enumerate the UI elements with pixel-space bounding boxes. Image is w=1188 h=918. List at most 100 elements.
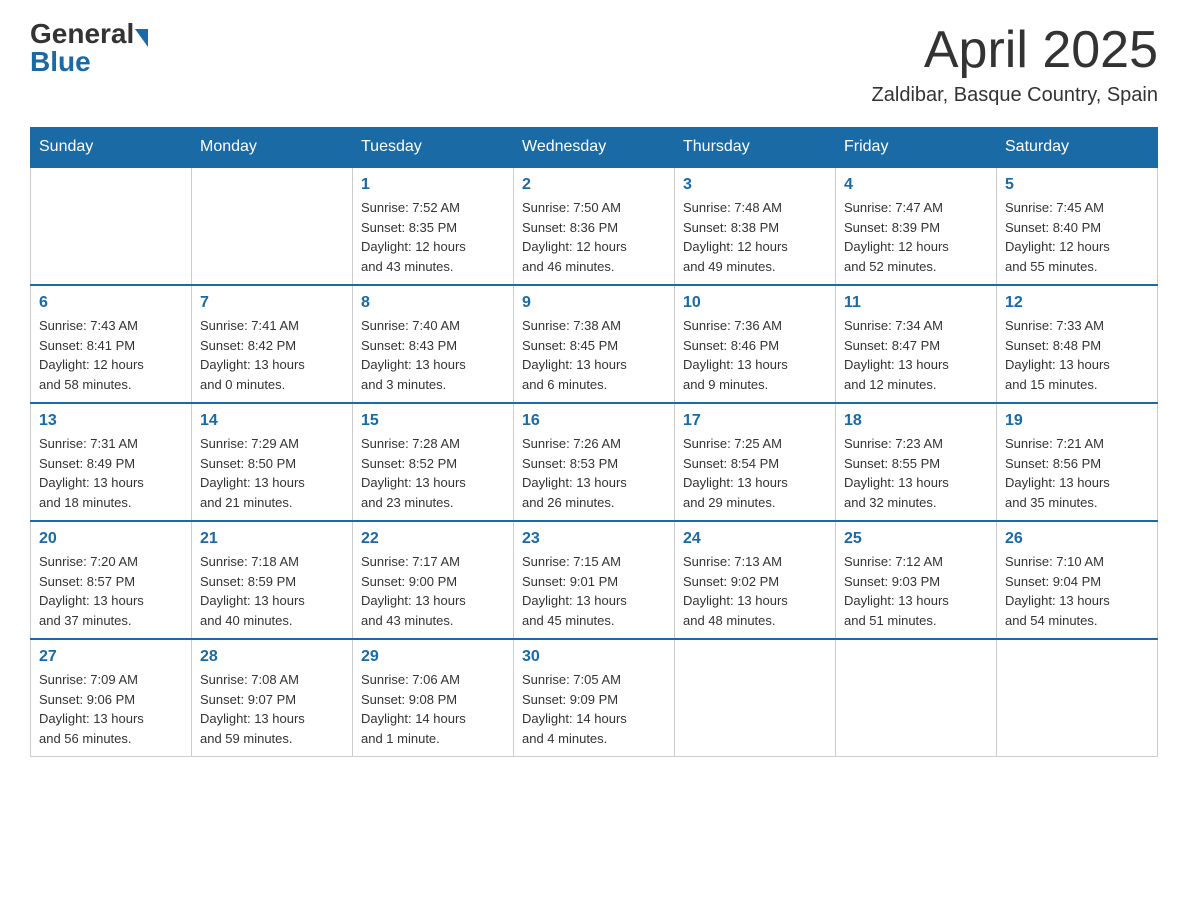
calendar-cell: 16 Sunrise: 7:26 AM Sunset: 8:53 PM Dayli… — [514, 403, 675, 521]
calendar-cell — [31, 167, 192, 285]
calendar-cell: 23 Sunrise: 7:15 AM Sunset: 9:01 PM Dayli… — [514, 521, 675, 639]
header-thursday: Thursday — [675, 128, 836, 168]
day-info: Sunrise: 7:15 AM Sunset: 9:01 PM Dayligh… — [522, 552, 666, 630]
day-info: Sunrise: 7:23 AM Sunset: 8:55 PM Dayligh… — [844, 434, 988, 512]
week-row-2: 6 Sunrise: 7:43 AM Sunset: 8:41 PM Daylig… — [31, 285, 1158, 403]
calendar-cell: 30 Sunrise: 7:05 AM Sunset: 9:09 PM Dayli… — [514, 639, 675, 757]
header-tuesday: Tuesday — [353, 128, 514, 168]
day-info: Sunrise: 7:28 AM Sunset: 8:52 PM Dayligh… — [361, 434, 505, 512]
day-number: 12 — [1005, 294, 1149, 312]
calendar-cell: 15Sunrise: 7:28 AM Sunset: 8:52 PM Dayli… — [353, 403, 514, 521]
day-number: 3 — [683, 176, 827, 194]
day-number: 23 — [522, 530, 666, 548]
day-number: 10 — [683, 294, 827, 312]
day-number: 27 — [39, 648, 183, 666]
day-number: 28 — [200, 648, 344, 666]
calendar-cell — [836, 639, 997, 757]
day-info: Sunrise: 7:05 AM Sunset: 9:09 PM Dayligh… — [522, 670, 666, 748]
day-info: Sunrise: 7:33 AM Sunset: 8:48 PM Dayligh… — [1005, 316, 1149, 394]
day-number: 26 — [1005, 530, 1149, 548]
header-sunday: Sunday — [31, 128, 192, 168]
header-wednesday: Wednesday — [514, 128, 675, 168]
day-info: Sunrise: 7:31 AM Sunset: 8:49 PM Dayligh… — [39, 434, 183, 512]
calendar-cell: 6 Sunrise: 7:43 AM Sunset: 8:41 PM Daylig… — [31, 285, 192, 403]
day-number: 25 — [844, 530, 988, 548]
week-row-3: 13 Sunrise: 7:31 AM Sunset: 8:49 PM Dayli… — [31, 403, 1158, 521]
day-info: Sunrise: 7:47 AM Sunset: 8:39 PM Dayligh… — [844, 198, 988, 276]
calendar-cell: 9 Sunrise: 7:38 AM Sunset: 8:45 PM Daylig… — [514, 285, 675, 403]
day-info: Sunrise: 7:08 AM Sunset: 9:07 PM Dayligh… — [200, 670, 344, 748]
subtitle: Zaldibar, Basque Country, Spain — [872, 84, 1158, 107]
calendar-cell: 18 Sunrise: 7:23 AM Sunset: 8:55 PM Dayli… — [836, 403, 997, 521]
day-number: 24 — [683, 530, 827, 548]
day-number: 2 — [522, 176, 666, 194]
header-saturday: Saturday — [997, 128, 1158, 168]
calendar-cell: 25Sunrise: 7:12 AM Sunset: 9:03 PM Dayli… — [836, 521, 997, 639]
calendar-cell: 7Sunrise: 7:41 AM Sunset: 8:42 PM Daylig… — [192, 285, 353, 403]
header-monday: Monday — [192, 128, 353, 168]
calendar-cell: 21 Sunrise: 7:18 AM Sunset: 8:59 PM Dayli… — [192, 521, 353, 639]
day-number: 11 — [844, 294, 988, 312]
calendar-cell: 8 Sunrise: 7:40 AM Sunset: 8:43 PM Daylig… — [353, 285, 514, 403]
day-number: 20 — [39, 530, 183, 548]
day-info: Sunrise: 7:52 AM Sunset: 8:35 PM Dayligh… — [361, 198, 505, 276]
day-info: Sunrise: 7:10 AM Sunset: 9:04 PM Dayligh… — [1005, 552, 1149, 630]
logo-triangle-icon — [135, 29, 148, 47]
day-info: Sunrise: 7:34 AM Sunset: 8:47 PM Dayligh… — [844, 316, 988, 394]
day-info: Sunrise: 7:48 AM Sunset: 8:38 PM Dayligh… — [683, 198, 827, 276]
logo-blue: Blue — [30, 46, 91, 77]
calendar-cell: 22 Sunrise: 7:17 AM Sunset: 9:00 PM Dayli… — [353, 521, 514, 639]
day-info: Sunrise: 7:18 AM Sunset: 8:59 PM Dayligh… — [200, 552, 344, 630]
day-info: Sunrise: 7:40 AM Sunset: 8:43 PM Dayligh… — [361, 316, 505, 394]
day-info: Sunrise: 7:41 AM Sunset: 8:42 PM Dayligh… — [200, 316, 344, 394]
day-number: 22 — [361, 530, 505, 548]
day-number: 14 — [200, 412, 344, 430]
day-info: Sunrise: 7:36 AM Sunset: 8:46 PM Dayligh… — [683, 316, 827, 394]
day-number: 21 — [200, 530, 344, 548]
day-info: Sunrise: 7:09 AM Sunset: 9:06 PM Dayligh… — [39, 670, 183, 748]
header-friday: Friday — [836, 128, 997, 168]
calendar-cell: 26 Sunrise: 7:10 AM Sunset: 9:04 PM Dayli… — [997, 521, 1158, 639]
day-number: 6 — [39, 294, 183, 312]
calendar-cell: 11 Sunrise: 7:34 AM Sunset: 8:47 PM Dayli… — [836, 285, 997, 403]
day-number: 30 — [522, 648, 666, 666]
title-section: April 2025 Zaldibar, Basque Country, Spa… — [872, 20, 1158, 107]
day-info: Sunrise: 7:06 AM Sunset: 9:08 PM Dayligh… — [361, 670, 505, 748]
calendar-cell: 14 Sunrise: 7:29 AM Sunset: 8:50 PM Dayli… — [192, 403, 353, 521]
calendar-header-row: SundayMondayTuesdayWednesdayThursdayFrid… — [31, 128, 1158, 168]
day-info: Sunrise: 7:45 AM Sunset: 8:40 PM Dayligh… — [1005, 198, 1149, 276]
calendar-cell: 27 Sunrise: 7:09 AM Sunset: 9:06 PM Dayli… — [31, 639, 192, 757]
day-number: 29 — [361, 648, 505, 666]
calendar-cell — [675, 639, 836, 757]
calendar-table: SundayMondayTuesdayWednesdayThursdayFrid… — [30, 127, 1158, 757]
calendar-cell: 29 Sunrise: 7:06 AM Sunset: 9:08 PM Dayli… — [353, 639, 514, 757]
day-info: Sunrise: 7:50 AM Sunset: 8:36 PM Dayligh… — [522, 198, 666, 276]
day-number: 13 — [39, 412, 183, 430]
calendar-cell: 19Sunrise: 7:21 AM Sunset: 8:56 PM Dayli… — [997, 403, 1158, 521]
calendar-cell: 20 Sunrise: 7:20 AM Sunset: 8:57 PM Dayli… — [31, 521, 192, 639]
calendar-cell: 13 Sunrise: 7:31 AM Sunset: 8:49 PM Dayli… — [31, 403, 192, 521]
day-number: 5 — [1005, 176, 1149, 194]
calendar-cell: 12 Sunrise: 7:33 AM Sunset: 8:48 PM Dayli… — [997, 285, 1158, 403]
day-info: Sunrise: 7:43 AM Sunset: 8:41 PM Dayligh… — [39, 316, 183, 394]
day-number: 4 — [844, 176, 988, 194]
day-info: Sunrise: 7:17 AM Sunset: 9:00 PM Dayligh… — [361, 552, 505, 630]
calendar-cell: 5 Sunrise: 7:45 AM Sunset: 8:40 PM Daylig… — [997, 167, 1158, 285]
day-info: Sunrise: 7:26 AM Sunset: 8:53 PM Dayligh… — [522, 434, 666, 512]
day-number: 9 — [522, 294, 666, 312]
week-row-4: 20 Sunrise: 7:20 AM Sunset: 8:57 PM Dayli… — [31, 521, 1158, 639]
day-info: Sunrise: 7:25 AM Sunset: 8:54 PM Dayligh… — [683, 434, 827, 512]
day-number: 8 — [361, 294, 505, 312]
week-row-5: 27 Sunrise: 7:09 AM Sunset: 9:06 PM Dayli… — [31, 639, 1158, 757]
calendar-cell: 10 Sunrise: 7:36 AM Sunset: 8:46 PM Dayli… — [675, 285, 836, 403]
day-info: Sunrise: 7:29 AM Sunset: 8:50 PM Dayligh… — [200, 434, 344, 512]
day-number: 17 — [683, 412, 827, 430]
day-info: Sunrise: 7:38 AM Sunset: 8:45 PM Dayligh… — [522, 316, 666, 394]
calendar-cell: 28 Sunrise: 7:08 AM Sunset: 9:07 PM Dayli… — [192, 639, 353, 757]
day-info: Sunrise: 7:20 AM Sunset: 8:57 PM Dayligh… — [39, 552, 183, 630]
day-number: 1 — [361, 176, 505, 194]
calendar-cell: 2 Sunrise: 7:50 AM Sunset: 8:36 PM Daylig… — [514, 167, 675, 285]
day-number: 16 — [522, 412, 666, 430]
calendar-cell: 24Sunrise: 7:13 AM Sunset: 9:02 PM Dayli… — [675, 521, 836, 639]
day-number: 18 — [844, 412, 988, 430]
